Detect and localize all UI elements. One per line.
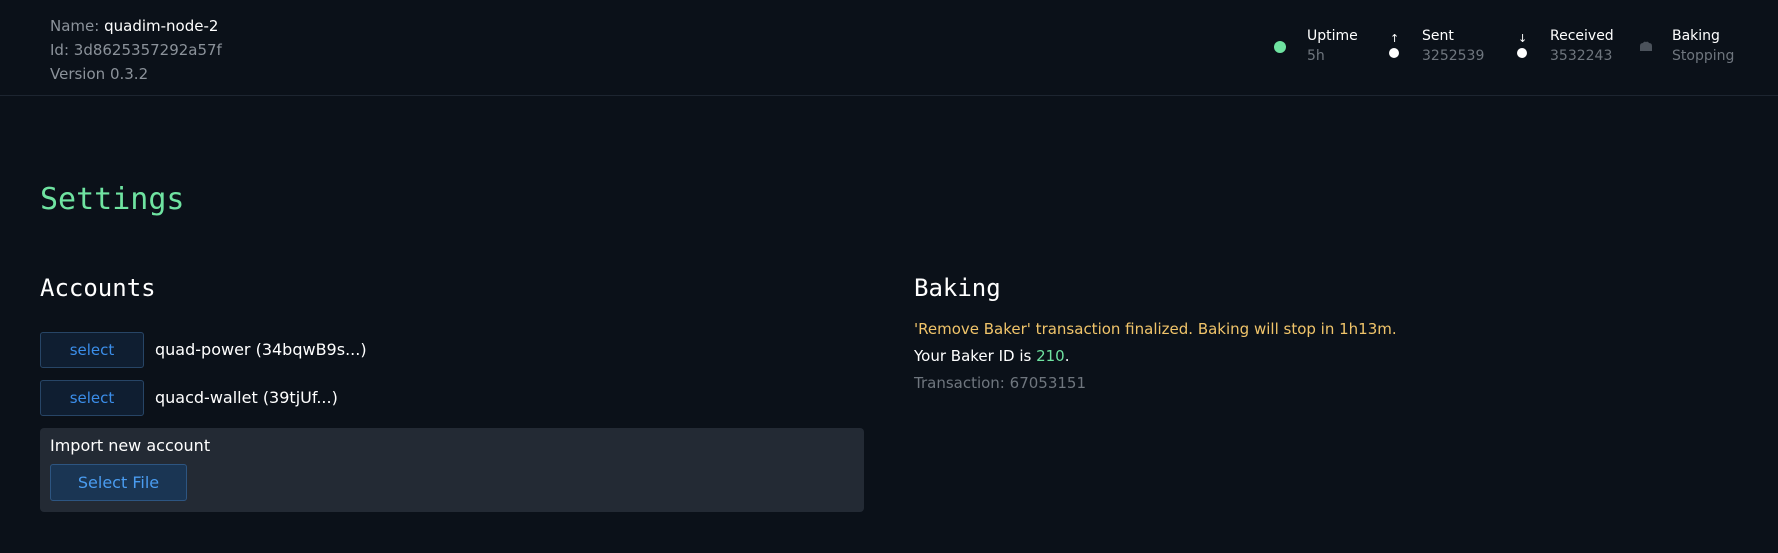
sent-label: Sent (1422, 28, 1454, 44)
baker-id: 210 (1036, 347, 1065, 365)
baker-id-prefix: Your Baker ID is (914, 347, 1032, 365)
received-dot-icon (1517, 48, 1527, 58)
transaction-label: Transaction: (914, 374, 1005, 392)
sent-dot-icon (1389, 48, 1399, 58)
baking-label: Baking (1672, 28, 1720, 44)
uptime-label: Uptime (1307, 28, 1358, 44)
node-stats: Uptime 5h ↑ Sent 3252539 ↓ Received 3532… (0, 28, 1778, 68)
arrow-up-icon: ↑ (1390, 32, 1400, 45)
import-account-label: Import new account (50, 436, 211, 455)
import-account-panel: Import new account Select File (40, 428, 864, 512)
baking-value: Stopping (1672, 48, 1735, 64)
page-title: Settings (40, 182, 185, 217)
select-file-button[interactable]: Select File (50, 464, 187, 501)
account-name: quacd-wallet (39tjUf...) (155, 388, 338, 407)
bread-icon (1640, 41, 1652, 51)
baking-heading: Baking (914, 274, 1001, 302)
node-header: Name: quadim-node-2 Id: 3d8625357292a57f… (0, 0, 1778, 96)
received-value: 3532243 (1550, 48, 1613, 64)
arrow-down-icon: ↓ (1518, 32, 1528, 45)
account-name: quad-power (34bqwB9s...) (155, 340, 367, 359)
select-account-button[interactable]: select (40, 380, 144, 416)
transaction-row: Transaction: 67053151 (914, 374, 1086, 392)
accounts-heading: Accounts (40, 274, 156, 302)
sent-value: 3252539 (1422, 48, 1485, 64)
uptime-value: 5h (1307, 48, 1325, 64)
uptime-status-icon (1274, 41, 1286, 53)
transaction-id: 67053151 (1009, 374, 1087, 392)
baker-id-row: Your Baker ID is 210. (914, 347, 1070, 365)
baking-status-message: 'Remove Baker' transaction finalized. Ba… (914, 320, 1397, 338)
baker-id-suffix: . (1064, 347, 1070, 365)
select-account-button[interactable]: select (40, 332, 144, 368)
received-label: Received (1550, 28, 1614, 44)
